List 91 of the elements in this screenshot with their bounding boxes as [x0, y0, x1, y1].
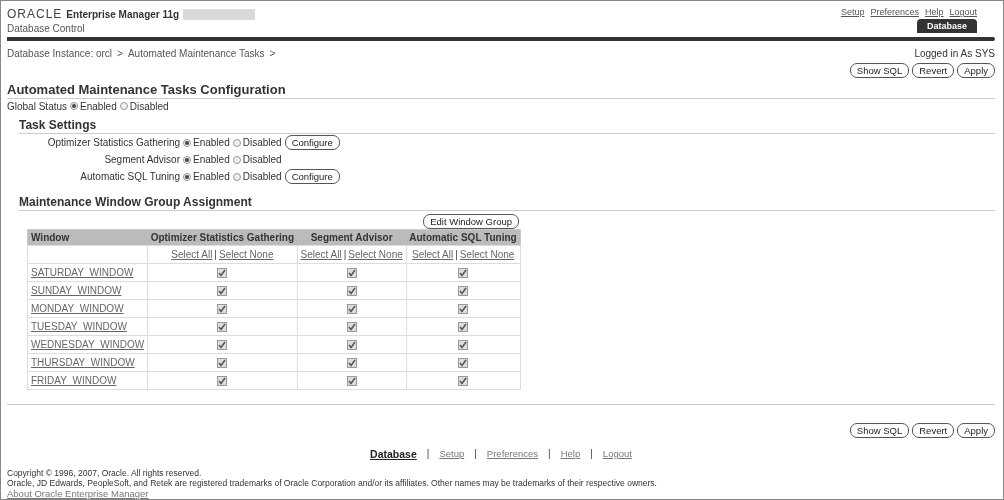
- select-none-link[interactable]: Select None: [348, 249, 403, 260]
- field-label: Global Status: [7, 100, 68, 112]
- action-button[interactable]: Revert: [912, 423, 955, 438]
- checkbox[interactable]: [346, 268, 357, 279]
- checkbox[interactable]: [217, 286, 228, 297]
- link-separator: |: [473, 448, 478, 460]
- checkbox[interactable]: [346, 358, 357, 369]
- logged-in-text: Logged in As SYS: [914, 47, 995, 59]
- radio-button[interactable]: [232, 155, 241, 164]
- select-none-link[interactable]: Select None: [218, 249, 274, 260]
- checkbox[interactable]: [458, 358, 469, 369]
- checkbox[interactable]: [346, 322, 357, 333]
- radio-label: Disabled: [242, 171, 282, 182]
- task-label: Automatic SQL Tuning: [79, 171, 181, 182]
- radio-button[interactable]: [183, 172, 191, 181]
- global-link[interactable]: Logout: [949, 7, 977, 17]
- radio-label: Enabled: [193, 154, 230, 165]
- checkbox[interactable]: [458, 304, 469, 315]
- breadcrumb-link[interactable]: Automated Maintenance Tasks: [127, 47, 265, 78]
- breadcrumb-link[interactable]: Database Instance: orcl: [7, 47, 113, 78]
- link-separator: |: [425, 448, 431, 460]
- about-link[interactable]: About Oracle Enterprise Manager: [7, 488, 995, 499]
- select-all-link[interactable]: Select All: [171, 249, 213, 260]
- checkbox[interactable]: [346, 286, 357, 297]
- edit-window-group-button[interactable]: Edit Window Group: [423, 214, 519, 229]
- section-heading: Maintenance Window Group Assignment: [19, 195, 995, 211]
- page-title: Automated Maintenance Tasks Configuration: [7, 81, 995, 99]
- checkbox[interactable]: [217, 340, 228, 351]
- link-separator: |: [454, 249, 459, 260]
- radio-label: Disabled: [129, 100, 169, 112]
- select-none-link[interactable]: Select None: [459, 249, 515, 260]
- radio-button[interactable]: [183, 138, 191, 147]
- radio-button[interactable]: [119, 102, 128, 111]
- action-button[interactable]: Show SQL: [849, 62, 910, 78]
- column-header: Optimizer Statistics Gathering: [147, 229, 298, 246]
- product-subtitle: Database Control: [7, 23, 86, 34]
- task-label: Optimizer Statistics Gathering: [46, 137, 181, 148]
- select-all-link[interactable]: Select All: [412, 249, 454, 260]
- checkbox[interactable]: [458, 376, 469, 387]
- oracle-logo: ORACLE: [7, 7, 63, 21]
- breadcrumb-separator: >: [269, 47, 276, 61]
- footer-link[interactable]: Logout: [602, 448, 632, 460]
- column-header: Window: [27, 229, 148, 246]
- radio-button[interactable]: [183, 155, 191, 164]
- global-link[interactable]: Help: [924, 7, 944, 17]
- radio-label: Enabled: [80, 100, 117, 112]
- checkbox[interactable]: [458, 340, 469, 351]
- radio-label: Disabled: [242, 154, 282, 165]
- configure-button[interactable]: Configure: [284, 135, 340, 150]
- link-separator: |: [213, 249, 218, 260]
- footer-link[interactable]: Database: [370, 448, 417, 460]
- column-header: Automatic SQL Tuning: [406, 229, 521, 246]
- footer-link[interactable]: Help: [560, 448, 581, 460]
- product-name: Enterprise Manager 11g: [66, 8, 180, 20]
- select-all-link[interactable]: Select All: [300, 249, 342, 260]
- breadcrumb-separator: >: [117, 47, 123, 61]
- copyright-text: Copyright © 1996, 2007, Oracle. All rights reserved.: [7, 468, 203, 478]
- global-link[interactable]: Preferences: [870, 7, 919, 17]
- radio-label: Enabled: [193, 137, 230, 148]
- action-button[interactable]: Apply: [957, 62, 995, 78]
- global-link[interactable]: Setup: [840, 7, 865, 17]
- radio-button[interactable]: [232, 138, 241, 147]
- checkbox[interactable]: [217, 304, 228, 315]
- checkbox[interactable]: [458, 286, 469, 297]
- checkbox[interactable]: [217, 358, 228, 369]
- trademark-text: Oracle, JD Edwards, PeopleSoft, and Retek are registered trademarks of Oracle Corporation and/or its affiliates. Other names may be trademarks of their respective owners.: [7, 478, 658, 488]
- section-heading: Task Settings: [19, 118, 995, 134]
- footer-link[interactable]: Setup: [439, 448, 465, 460]
- checkbox[interactable]: [217, 322, 228, 333]
- checkbox[interactable]: [346, 340, 357, 351]
- action-button[interactable]: Apply: [957, 423, 995, 438]
- checkbox[interactable]: [346, 304, 357, 315]
- action-button[interactable]: Show SQL: [849, 423, 910, 438]
- action-button[interactable]: Revert: [912, 62, 955, 78]
- link-separator: |: [589, 448, 594, 460]
- checkbox[interactable]: [217, 376, 228, 387]
- radio-label: Enabled: [193, 171, 230, 182]
- tab[interactable]: Database: [916, 19, 977, 33]
- column-header: Segment Advisor: [297, 229, 407, 246]
- link-separator: |: [547, 448, 552, 460]
- radio-button[interactable]: [232, 172, 241, 181]
- footer-link[interactable]: Preferences: [486, 448, 539, 460]
- radio-button[interactable]: [70, 102, 79, 111]
- checkbox[interactable]: [458, 268, 469, 279]
- radio-label: Disabled: [242, 137, 282, 148]
- checkbox[interactable]: [346, 376, 357, 387]
- checkbox[interactable]: [217, 268, 228, 279]
- link-separator: |: [342, 249, 348, 260]
- task-label: Segment Advisor: [103, 154, 181, 165]
- configure-button[interactable]: Configure: [284, 169, 340, 184]
- checkbox[interactable]: [458, 322, 469, 333]
